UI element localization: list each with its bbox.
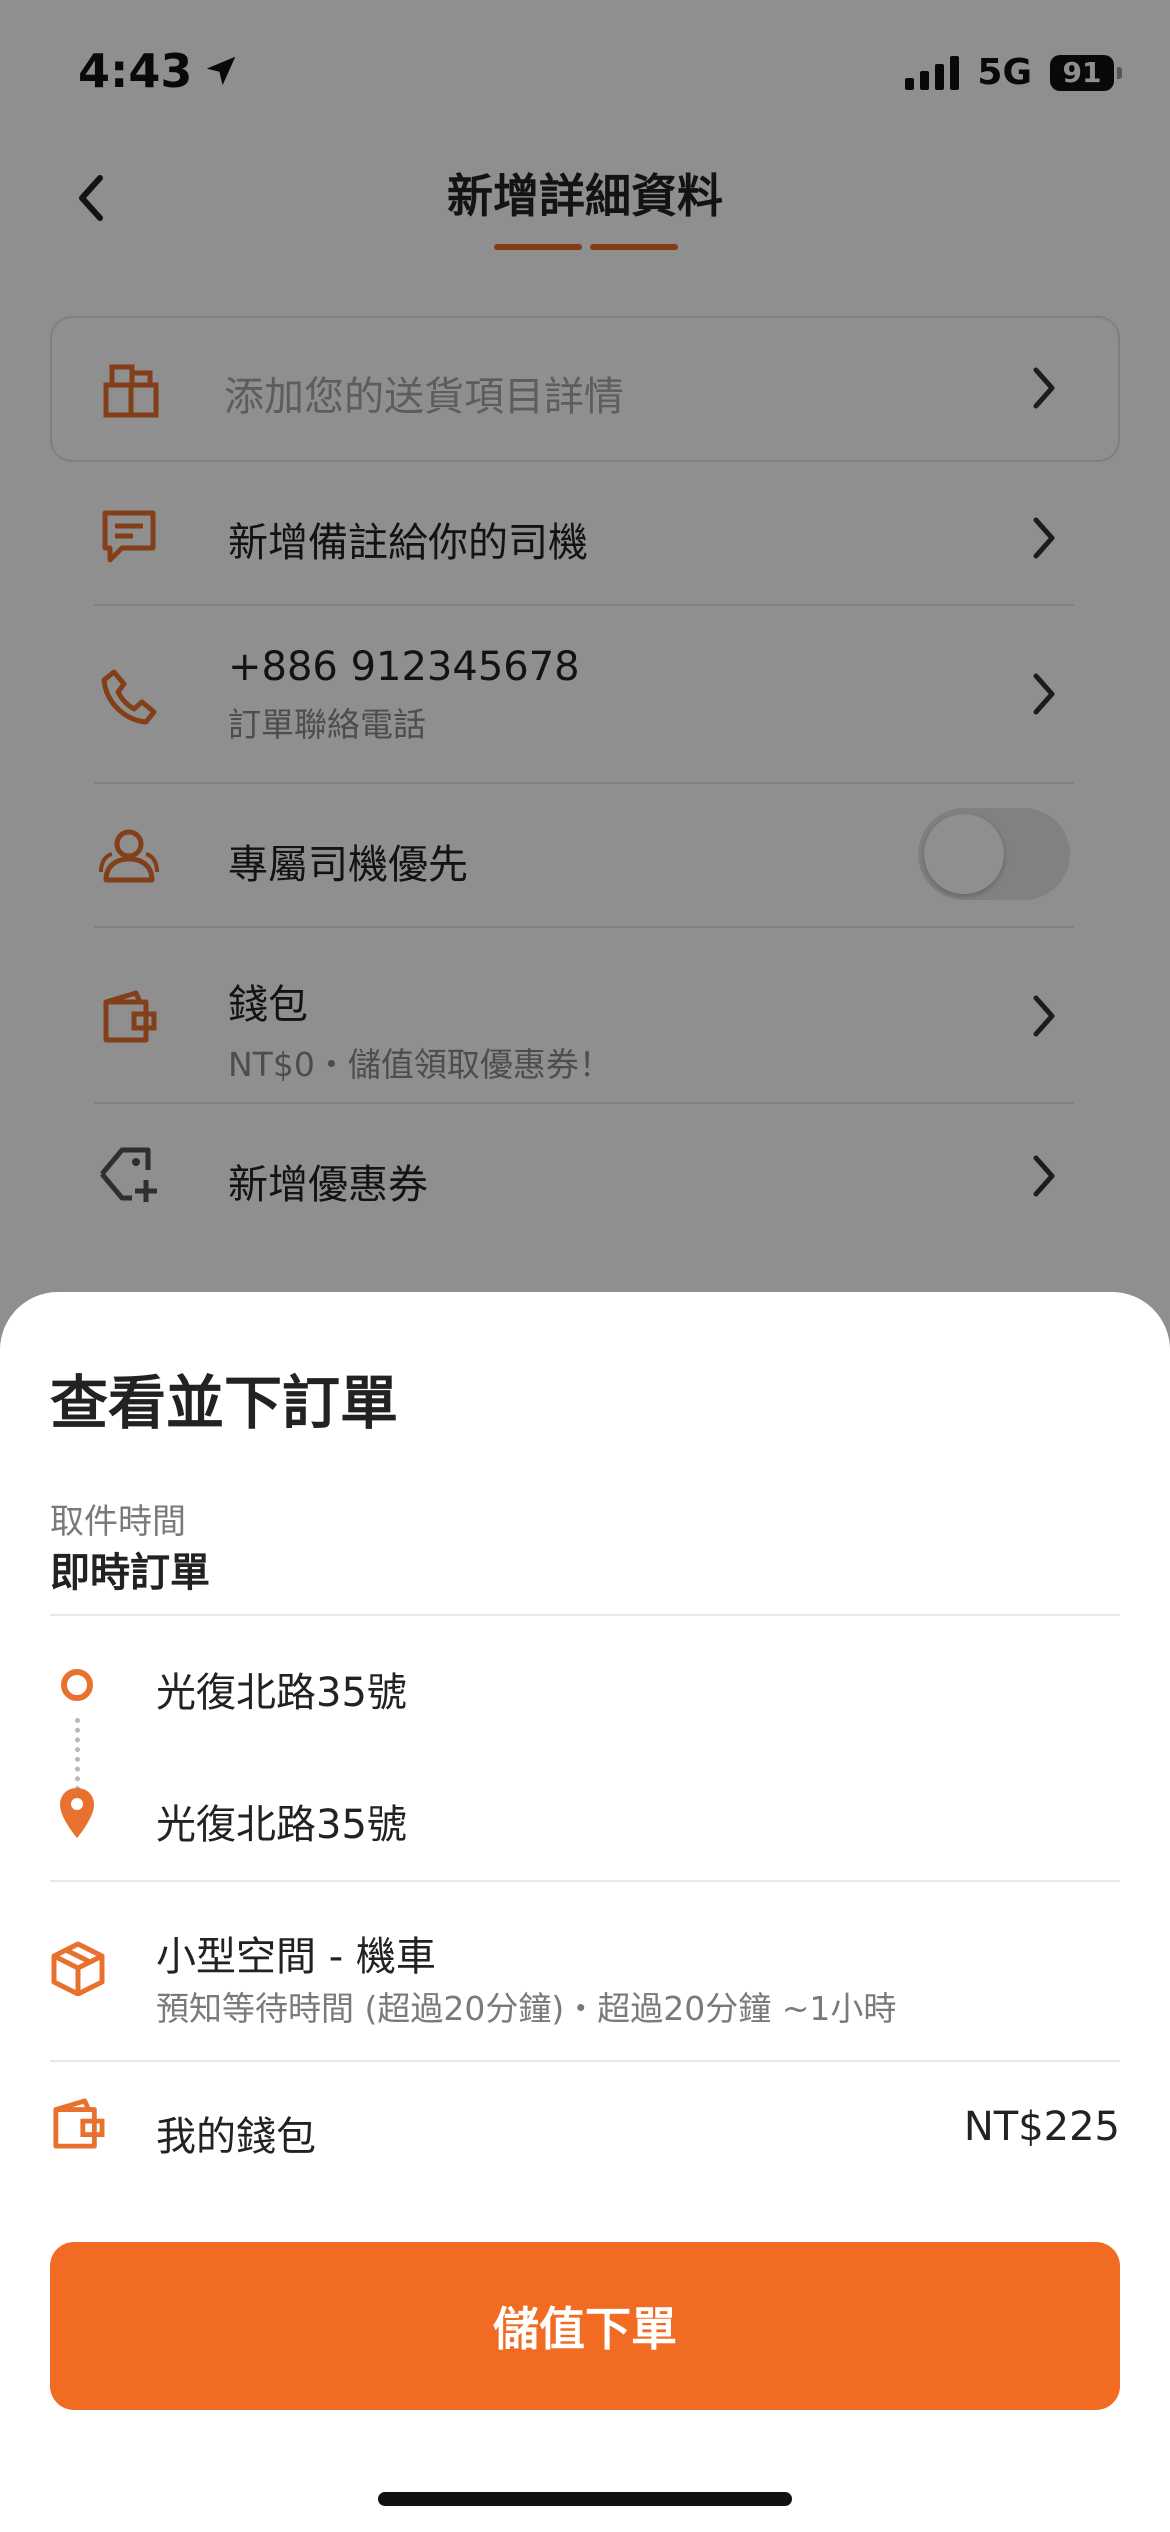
review-order-sheet: 查看並下訂單 取件時間 即時訂單 光復北路35號 光復北路35號 小型空間 - … — [0, 1292, 1170, 2532]
home-indicator — [378, 2492, 792, 2506]
my-wallet-label: 我的錢包 — [156, 2114, 316, 2160]
sheet-title: 查看並下訂單 — [50, 1369, 399, 1437]
top-up-and-order-button[interactable]: 儲值下單 — [50, 2242, 1120, 2410]
box-icon — [51, 1941, 105, 1996]
pickup-time-label: 取件時間 — [50, 1502, 186, 1542]
vehicle-name: 小型空間 - 機車 — [156, 1934, 436, 1980]
dropoff-address: 光復北路35號 — [156, 1802, 407, 1848]
divider — [50, 2060, 1120, 2062]
pickup-address: 光復北路35號 — [156, 1670, 407, 1716]
pickup-circle-icon — [61, 1669, 93, 1701]
order-price: NT$225 — [963, 2104, 1120, 2150]
dropoff-pin-icon — [60, 1788, 94, 1838]
vehicle-wait-time: 預知等待時間 (超過20分鐘)・超過20分鐘 ~1小時 — [156, 1989, 897, 2028]
divider — [50, 1614, 1120, 1616]
divider — [50, 1880, 1120, 1882]
pickup-time-value: 即時訂單 — [50, 1550, 210, 1596]
wallet-icon — [53, 2098, 105, 2149]
